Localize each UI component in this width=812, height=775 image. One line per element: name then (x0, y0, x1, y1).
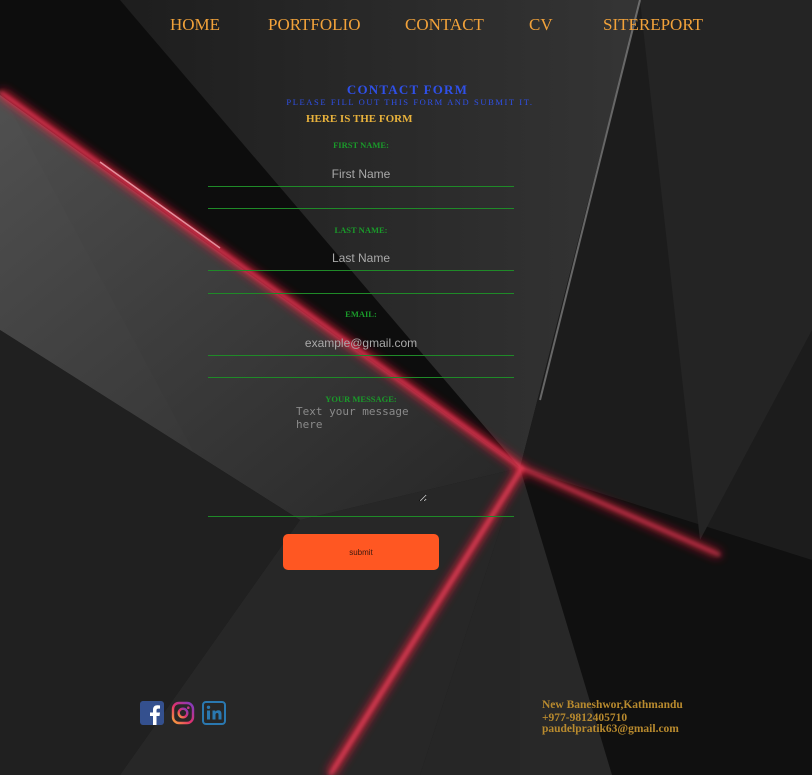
footer-email: paudelpratik63@gmail.com (542, 723, 679, 735)
footer-contact: New Baneshwor,Kathmandu +977-9812405710 … (0, 0, 812, 775)
footer-address: New Baneshwor,Kathmandu (542, 699, 683, 711)
